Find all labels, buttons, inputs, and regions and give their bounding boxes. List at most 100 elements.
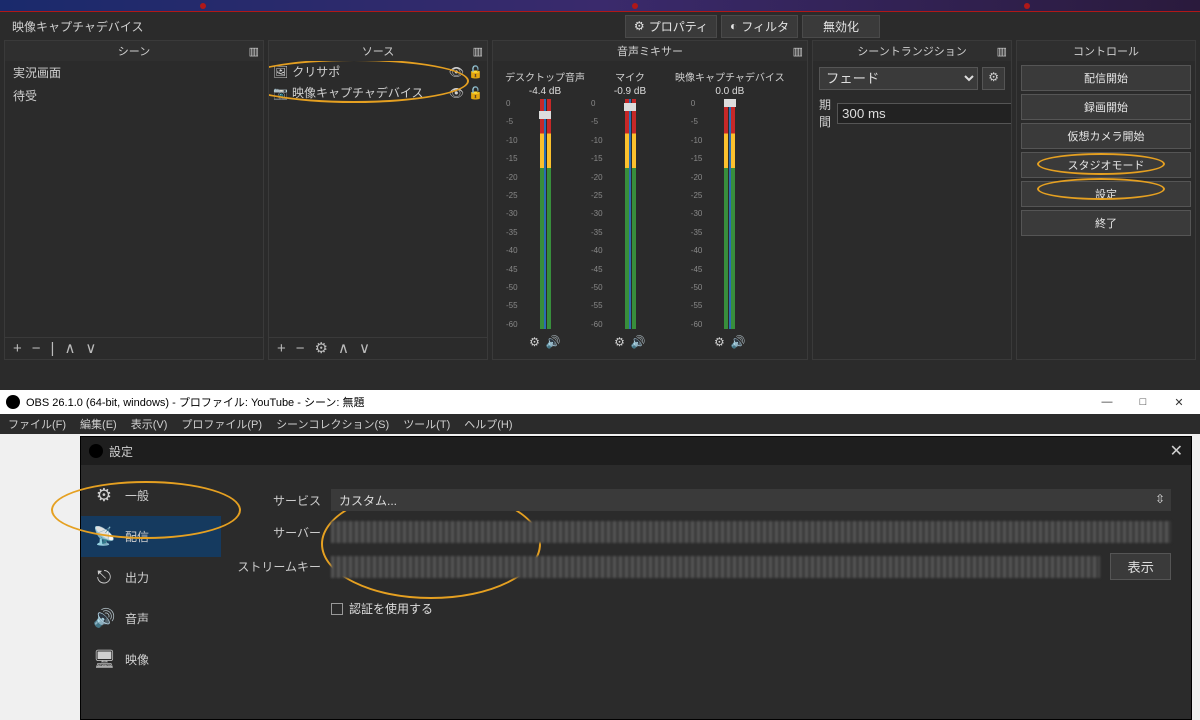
minimize-button[interactable]: —	[1092, 396, 1122, 408]
channel-name: デスクトップ音声	[505, 69, 585, 84]
volume-knob[interactable]	[539, 111, 551, 119]
channel-db: -4.4 dB	[529, 86, 561, 97]
obs-icon	[6, 395, 20, 409]
popout-icon[interactable]: ▥	[997, 45, 1007, 58]
scene-item[interactable]: 待受	[5, 84, 263, 107]
gear-icon[interactable]: ⚙	[614, 335, 625, 349]
settings-sidebar-item[interactable]: 📡 配信	[81, 516, 221, 557]
popout-icon[interactable]: ▥	[793, 45, 803, 58]
control-button[interactable]: 設定	[1021, 181, 1191, 207]
disable-label: 無効化	[823, 18, 859, 35]
gear-icon: ⚙	[634, 19, 645, 33]
speaker-icon[interactable]: 🔊	[731, 335, 746, 349]
antenna-icon: 📡	[93, 526, 115, 547]
lock-toggle[interactable]: 🔓	[468, 86, 483, 100]
menu-item[interactable]: ファイル(F)	[8, 416, 66, 432]
control-button[interactable]: スタジオモード	[1021, 152, 1191, 178]
auth-checkbox[interactable]: 認証を使用する	[331, 600, 1171, 617]
visibility-toggle[interactable]: 👁	[449, 65, 464, 79]
speaker-icon[interactable]: 🔊	[631, 335, 646, 349]
meter-scale: 0-5-10-15-20-25-30-35-40-45-50-55-60	[691, 99, 703, 329]
control-button[interactable]: 配信開始	[1021, 65, 1191, 91]
down-button[interactable]: ∨	[355, 341, 374, 356]
up-button[interactable]: ∧	[334, 341, 353, 356]
control-button[interactable]: 終了	[1021, 210, 1191, 236]
popout-icon[interactable]: ▥	[249, 45, 259, 58]
show-key-button[interactable]: 表示	[1110, 553, 1171, 580]
source-label: クリサポ	[292, 63, 340, 80]
duration-input[interactable]	[837, 103, 1011, 124]
filters-icon: ◐	[730, 19, 737, 33]
close-button[interactable]: ✕	[1164, 396, 1194, 409]
transitions-dock: シーントランジション▥ フェード ⚙ 期間 ▲▼	[812, 40, 1012, 360]
streamkey-input[interactable]	[331, 556, 1100, 578]
monitor-icon: 🖥	[93, 649, 115, 670]
settings-dialog: 設定 ✕ ⚙ 一般📡 配信⎋ 出力🔊 音声🖥 映像 サービス カスタム...⇳ …	[80, 436, 1192, 720]
channel-name: マイク	[615, 69, 645, 84]
down-button[interactable]: ∨	[81, 341, 100, 356]
channel-db: 0.0 dB	[715, 86, 744, 97]
properties-button[interactable]: ⚙ プロパティ	[625, 15, 717, 38]
settings-sidebar-item[interactable]: 🖥 映像	[81, 639, 221, 680]
remove-button[interactable]: −	[28, 341, 45, 356]
filters-button[interactable]: ◐ フィルタ	[721, 15, 798, 38]
menu-item[interactable]: 表示(V)	[131, 416, 168, 432]
streamkey-label: ストリームキー	[231, 558, 321, 575]
transitions-title: シーントランジション	[857, 43, 966, 59]
close-icon[interactable]: ✕	[1170, 441, 1183, 461]
transition-select[interactable]: フェード	[819, 67, 978, 90]
popout-icon[interactable]: ▥	[473, 45, 483, 58]
service-select[interactable]: カスタム...⇳	[331, 489, 1171, 511]
add-button[interactable]: +	[273, 341, 290, 356]
maximize-button[interactable]: □	[1128, 396, 1158, 408]
meter-scale: 0-5-10-15-20-25-30-35-40-45-50-55-60	[591, 99, 603, 329]
volume-knob[interactable]	[624, 103, 636, 111]
scene-item[interactable]: 実況画面	[5, 61, 263, 84]
menu-item[interactable]: ヘルプ(H)	[464, 416, 512, 432]
settings-sidebar-item[interactable]: 🔊 音声	[81, 598, 221, 639]
sidebar-item-label: 配信	[125, 528, 149, 545]
menu-item[interactable]: ツール(T)	[403, 416, 450, 432]
control-button[interactable]: 録画開始	[1021, 94, 1191, 120]
volume-meter[interactable]: 0-5-10-15-20-25-30-35-40-45-50-55-60	[605, 99, 655, 329]
speaker-icon[interactable]: 🔊	[546, 335, 561, 349]
server-input[interactable]	[331, 521, 1171, 543]
add-button[interactable]: +	[9, 341, 26, 356]
gear-icon[interactable]: ⚙	[311, 341, 332, 356]
mixer-channel: マイク -0.9 dB 0-5-10-15-20-25-30-35-40-45-…	[605, 69, 655, 351]
sidebar-item-label: 出力	[125, 569, 149, 586]
source-item[interactable]: 🖼 クリサポ 👁 🔓	[269, 61, 487, 82]
speaker-icon: 🔊	[93, 608, 115, 629]
mixer-channel: デスクトップ音声 -4.4 dB 0-5-10-15-20-25-30-35-4…	[505, 69, 585, 351]
auth-label: 認証を使用する	[349, 600, 433, 617]
duration-label: 期間	[819, 96, 831, 130]
disable-button[interactable]: 無効化	[802, 15, 880, 38]
sources-title: ソース	[362, 43, 394, 59]
menu-item[interactable]: プロファイル(P)	[181, 416, 262, 432]
settings-sidebar-item[interactable]: ⚙ 一般	[81, 475, 221, 516]
server-label: サーバー	[231, 524, 321, 541]
menu-item[interactable]: シーンコレクション(S)	[276, 416, 389, 432]
selected-source-label: 映像キャプチャデバイス	[12, 18, 144, 35]
checkbox-icon	[331, 603, 343, 615]
volume-meter[interactable]: 0-5-10-15-20-25-30-35-40-45-50-55-60	[520, 99, 570, 329]
output-icon: ⎋	[93, 567, 115, 588]
menu-item[interactable]: 編集(E)	[80, 416, 117, 432]
volume-meter[interactable]: 0-5-10-15-20-25-30-35-40-45-50-55-60	[705, 99, 755, 329]
sources-dock: ソース ▥ 🖼 クリサポ 👁 🔓📷 映像キャプチャデバイス 👁 🔓 + − ⚙ ∧…	[268, 40, 488, 360]
control-button[interactable]: 仮想カメラ開始	[1021, 123, 1191, 149]
up-button[interactable]: ∧	[60, 341, 79, 356]
lock-toggle[interactable]: 🔓	[468, 65, 483, 79]
gear-icon[interactable]: ⚙	[982, 67, 1005, 90]
gear-icon[interactable]: ⚙	[714, 335, 725, 349]
window-title: OBS 26.1.0 (64-bit, windows) - プロファイル: Y…	[26, 394, 365, 410]
meter-scale: 0-5-10-15-20-25-30-35-40-45-50-55-60	[506, 99, 518, 329]
properties-label: プロパティ	[649, 18, 708, 35]
visibility-toggle[interactable]: 👁	[449, 86, 464, 100]
settings-sidebar-item[interactable]: ⎋ 出力	[81, 557, 221, 598]
source-item[interactable]: 📷 映像キャプチャデバイス 👁 🔓	[269, 82, 487, 103]
remove-button[interactable]: −	[292, 341, 309, 356]
gear-icon[interactable]: ⚙	[529, 335, 540, 349]
controls-dock: コントロール 配信開始録画開始仮想カメラ開始スタジオモード設定終了	[1016, 40, 1196, 360]
volume-knob[interactable]	[724, 99, 736, 107]
